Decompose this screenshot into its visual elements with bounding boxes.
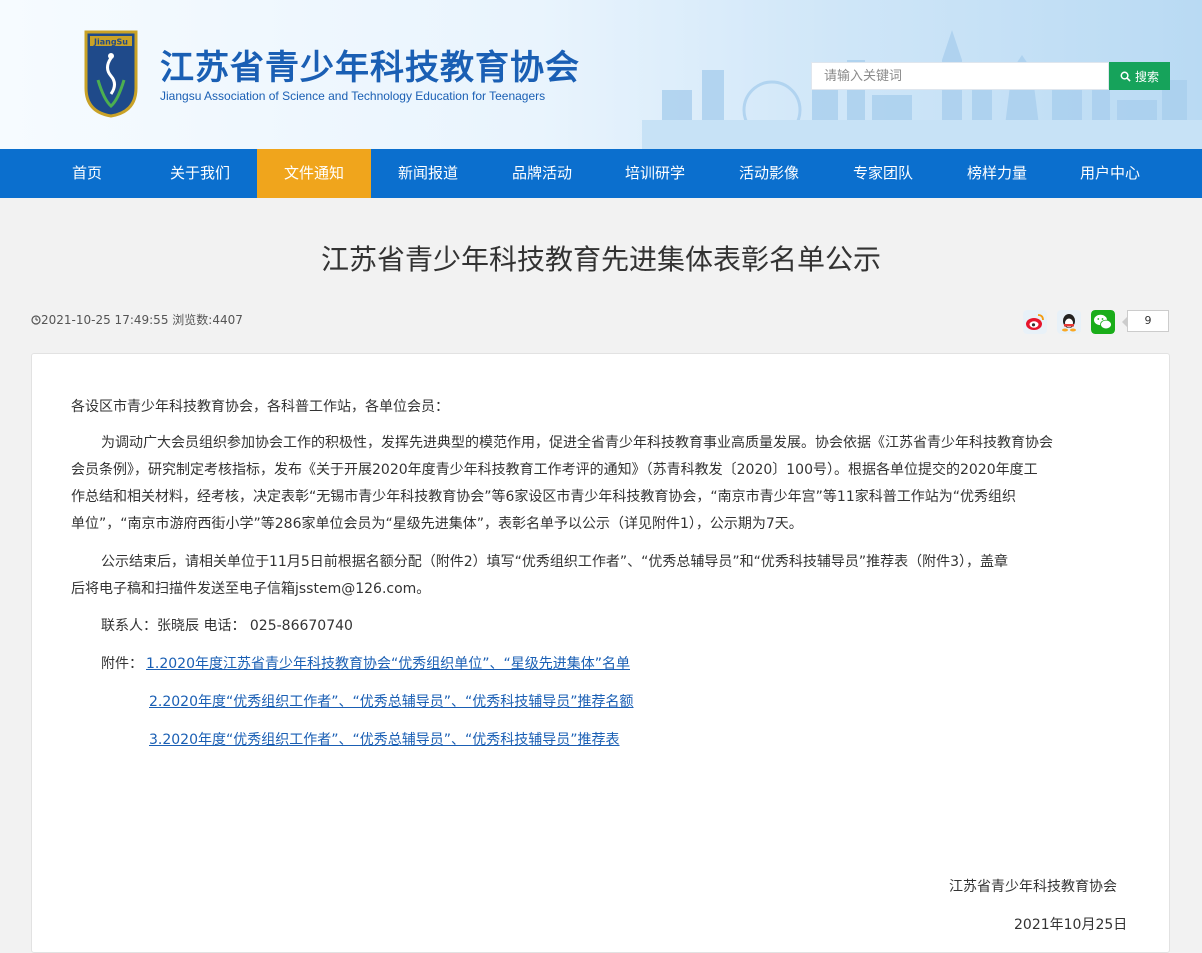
- weibo-share-icon[interactable]: [1023, 310, 1047, 334]
- salutation: 各设区市青少年科技教育协会，各科普工作站，各单位会员：: [71, 399, 449, 415]
- nav-item-about[interactable]: 关于我们: [143, 149, 257, 198]
- nav-item-home[interactable]: 首页: [30, 149, 144, 198]
- attachment-link-1[interactable]: 1.2020年度江苏省青少年科技教育协会“优秀组织单位”、“星级先进集体”名单: [146, 651, 630, 678]
- paragraph-2-line-2: 后将电子稿和扫描件发送至电子信箱jsstem@126.com。: [71, 581, 431, 597]
- association-logo[interactable]: JiangSu: [84, 30, 138, 118]
- attachments-label: 附件：: [101, 656, 143, 672]
- share-count-badge: 9: [1122, 310, 1169, 332]
- nav-item-notices[interactable]: 文件通知: [257, 149, 371, 198]
- publish-date: 2021年10月25日: [1014, 917, 1128, 933]
- search-button[interactable]: 搜索: [1109, 62, 1170, 90]
- attachment-link-3[interactable]: 3.2020年度“优秀组织工作者”、“优秀总辅导员”、“优秀科技辅导员”推荐表: [149, 727, 620, 754]
- article-datetime: 2021-10-25 17:49:55: [41, 313, 169, 327]
- search-icon: [1120, 71, 1131, 82]
- main-nav: 首页 关于我们 文件通知 新闻报道 品牌活动 培训研学 活动影像 专家团队 榜样…: [0, 149, 1202, 198]
- search-box: [811, 62, 1109, 90]
- nav-item-gallery[interactable]: 活动影像: [712, 149, 826, 198]
- nav-item-news[interactable]: 新闻报道: [371, 149, 485, 198]
- article-meta: 2021-10-25 17:49:55 浏览数:4407: [31, 311, 243, 328]
- wechat-share-icon[interactable]: [1091, 310, 1115, 334]
- contact-info: 联系人：张晓辰 电话： 025-86670740: [101, 618, 353, 634]
- nav-item-user-center[interactable]: 用户中心: [1053, 149, 1167, 198]
- nav-item-brand-activities[interactable]: 品牌活动: [485, 149, 599, 198]
- site-header: JiangSu 江苏省青少年科技教育协会 Jiangsu Association…: [0, 0, 1202, 149]
- article-title: 江苏省青少年科技教育先进集体表彰名单公示: [320, 243, 881, 276]
- qq-share-icon[interactable]: [1057, 310, 1081, 334]
- paragraph-1-line-4: 单位”，“南京市游府西街小学”等286家单位会员为“星级先进集体”，表彰名单予以…: [71, 516, 803, 532]
- site-title: 江苏省青少年科技教育协会: [160, 48, 580, 88]
- nav-item-training[interactable]: 培训研学: [598, 149, 712, 198]
- svg-text:JiangSu: JiangSu: [93, 38, 128, 47]
- signature: 江苏省青少年科技教育协会: [949, 879, 1117, 895]
- paragraph-1-line-1: 为调动广大会员组织参加协会工作的积极性，发挥先进典型的模范作用，促进全省青少年科…: [101, 435, 1053, 451]
- nav-item-experts[interactable]: 专家团队: [826, 149, 940, 198]
- search-button-label: 搜索: [1134, 69, 1159, 84]
- nav-item-role-models[interactable]: 榜样力量: [940, 149, 1054, 198]
- article-views: 浏览数:4407: [172, 313, 243, 327]
- paragraph-1-line-2: 会员条例》，研究制定考核指标，发布《关于开展2020年度青少年科技教育工作考评的…: [71, 462, 1038, 478]
- paragraph-2-line-1: 公示结束后，请相关单位于11月5日前根据名额分配（附件2）填写“优秀组织工作者”…: [101, 554, 1009, 570]
- paragraph-1-line-3: 作总结和相关材料，经考核，决定表彰“无锡市青少年科技教育协会”等6家设区市青少年…: [71, 489, 1016, 505]
- attachment-link-2[interactable]: 2.2020年度“优秀组织工作者”、“优秀总辅导员”、“优秀科技辅导员”推荐名额: [149, 689, 634, 716]
- clock-icon: [31, 315, 41, 325]
- search-input[interactable]: [812, 63, 1108, 89]
- site-subtitle: Jiangsu Association of Science and Techn…: [160, 89, 546, 103]
